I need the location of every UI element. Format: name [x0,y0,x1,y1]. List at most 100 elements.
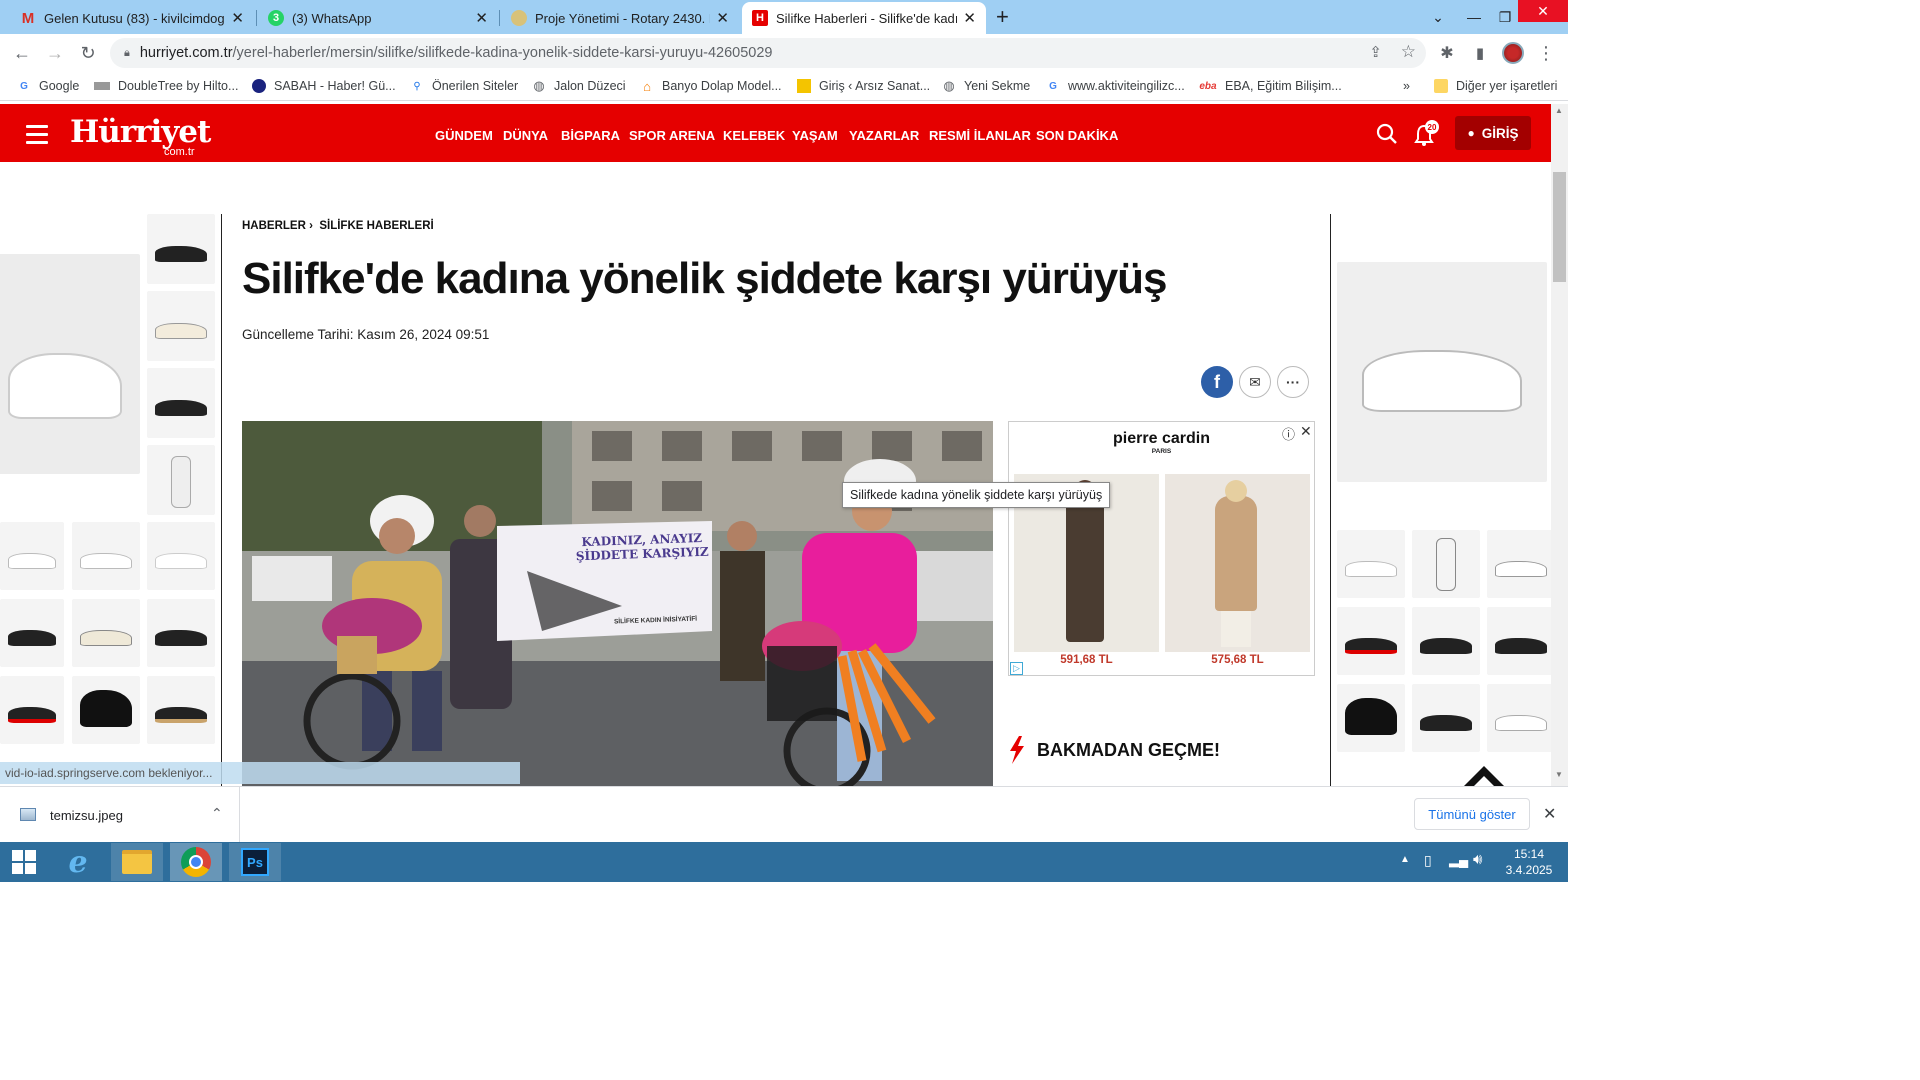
side-panel-icon[interactable]: ▮ [1467,40,1493,66]
chrome-menu-icon[interactable]: ⋮ [1533,40,1559,66]
nav-son-dakika[interactable]: SON DAKİKA [1036,128,1118,143]
scroll-up-icon[interactable]: ▲ [1555,106,1563,115]
bookmark-eba[interactable]: eba EBA, Eğitim Bilişim... [1199,77,1341,95]
close-icon[interactable]: ✕ [963,9,976,27]
ad-product-image[interactable] [0,676,64,744]
bookmark-sabah[interactable]: SABAH - Haber! Gü... [252,77,396,95]
email-share-icon[interactable]: ✉ [1239,366,1271,398]
ad-product-image[interactable] [1487,607,1551,675]
adchoices-icon[interactable]: ▷ [1010,662,1023,675]
ad-product-image[interactable] [1487,530,1551,598]
ad-product-image[interactable] [72,676,140,744]
profile-avatar[interactable] [1500,40,1526,66]
hamburger-menu-icon[interactable] [26,125,48,149]
other-bookmarks[interactable]: Diğer yer işaretleri [1434,77,1557,95]
tab-hurriyet[interactable]: H Silifke Haberleri - Silifke'de kadın ✕ [742,2,986,34]
scroll-thumb[interactable] [1553,172,1566,282]
file-explorer-icon[interactable] [111,843,163,881]
bookmark-aktivite[interactable]: Gwww.aktiviteingilizc... [1046,77,1185,95]
reload-button[interactable]: ↻ [75,40,101,66]
ad-product-image[interactable] [1487,684,1551,752]
bookmark-google[interactable]: G Google [17,77,79,95]
new-tab-button[interactable]: + [996,4,1009,30]
ad-product-image[interactable] [147,599,215,667]
nav-spor-arena[interactable]: SPOR ARENA [629,128,715,143]
site-logo[interactable]: Hürriyet [70,114,211,150]
signal-icon[interactable]: ▂▄ [1449,852,1468,868]
internet-explorer-icon[interactable]: e [52,843,104,881]
ad-model-image[interactable] [147,445,215,515]
battery-icon[interactable]: ▯ [1424,852,1432,869]
show-all-downloads-button[interactable]: Tümünü göster [1414,798,1530,830]
ad-product-image[interactable] [147,522,215,590]
volume-icon[interactable]: 🔊︎ [1473,851,1482,868]
tab-gmail[interactable]: M Gelen Kutusu (83) - kivilcimdogd ✕ [10,2,254,34]
scroll-down-icon[interactable]: ▼ [1555,770,1563,779]
ad-product-image[interactable] [0,522,64,590]
ad-product-image[interactable] [72,599,140,667]
download-item[interactable]: temizsu.jpeg ⌃ [0,787,240,843]
chrome-taskbar-icon[interactable] [170,843,222,881]
ad-product-image[interactable] [1412,684,1480,752]
ad-product-image[interactable] [0,254,140,474]
ad-product-image[interactable] [147,291,215,361]
ad-product-image[interactable] [1337,607,1405,675]
tab-whatsapp[interactable]: 3 (3) WhatsApp ✕ [258,2,498,34]
bookmark-jalon[interactable]: ◍ Jalon Düzeci [532,77,625,95]
photoshop-icon[interactable]: Ps [229,843,281,881]
ad-product-image[interactable] [1337,684,1405,752]
bookmark-star-icon[interactable]: ☆ [1401,42,1416,62]
ad-info-icon[interactable]: ⓘ [1282,424,1295,443]
share-icon[interactable]: ⇪ [1369,43,1382,61]
article-image[interactable]: KADINIZ, ANAYIZ ŞİDDETE KARŞIYIZ SİLİFKE… [242,421,993,786]
window-close-button[interactable]: ✕ [1518,0,1568,22]
ad-product-image[interactable] [0,599,64,667]
taskbar-clock[interactable]: 15:14 3.4.2025 [1503,847,1555,877]
page-scrollbar[interactable]: ▲ ▼ [1551,104,1568,786]
ad-model-image[interactable] [1412,530,1480,598]
breadcrumb-haberler[interactable]: HABERLER [242,220,306,232]
nav-resmi-ilanlar[interactable]: RESMİ İLANLAR [929,128,1031,143]
nav-yazarlar[interactable]: YAZARLAR [849,128,919,143]
breadcrumb-silifke[interactable]: SİLİFKE HABERLERİ [319,220,433,232]
ad-product-image[interactable] [1165,474,1310,652]
close-icon[interactable]: ✕ [231,9,244,27]
nav-yasam[interactable]: YAŞAM [792,128,838,143]
left-side-ad[interactable] [0,214,222,786]
bookmarks-overflow-button[interactable]: » [1403,77,1410,95]
bookmark-onerilen[interactable]: ⚲ Önerilen Siteler [410,77,518,95]
search-icon[interactable] [1376,123,1398,145]
close-downloads-icon[interactable]: ✕ [1543,804,1556,824]
facebook-share-icon[interactable]: f [1201,366,1233,398]
ad-product-image[interactable] [147,676,215,744]
nav-bigpara[interactable]: BİGPARA [561,128,620,143]
ad-product-image[interactable] [147,368,215,438]
close-icon[interactable]: ✕ [716,9,729,27]
ad-product-image[interactable] [147,214,215,284]
nav-gundem[interactable]: GÜNDEM [435,128,493,143]
nav-kelebek[interactable]: KELEBEK [723,128,785,143]
close-icon[interactable]: ✕ [475,9,488,27]
ad-product-image[interactable] [1412,607,1480,675]
bookmark-banyo[interactable]: ⌂ Banyo Dolap Model... [640,77,781,95]
right-side-ad[interactable] [1330,214,1551,786]
chevron-up-icon[interactable]: ⌃ [211,805,223,822]
back-button[interactable]: ← [9,40,35,66]
pierre-cardin-ad[interactable]: pierre cardin PARIS ⓘ ✕ 591,68 TL 575,68… [1008,421,1315,676]
bookmark-doubletree[interactable]: DoubleTree by Hilto... [94,77,238,95]
extensions-icon[interactable]: ✱ [1434,40,1460,66]
more-share-icon[interactable]: ··· [1277,366,1309,398]
bookmark-arsiz[interactable]: Giriş ‹ Arsız Sanat... [797,77,930,95]
nav-dunya[interactable]: DÜNYA [503,128,548,143]
login-button[interactable]: ● GİRİŞ [1455,116,1531,150]
bookmark-yeni-sekme[interactable]: ◍ Yeni Sekme [942,77,1030,95]
tray-overflow-icon[interactable]: ▲ [1400,854,1410,865]
ad-product-image[interactable] [72,522,140,590]
forward-button[interactable]: → [42,40,68,66]
ad-product-image[interactable] [1337,530,1405,598]
ad-product-image[interactable] [1337,262,1547,482]
start-button[interactable] [0,843,48,881]
tab-rotary[interactable]: Proje Yönetimi - Rotary 2430. Böl ✕ [501,2,739,34]
ad-close-icon[interactable]: ✕ [1300,423,1312,440]
address-bar[interactable]: 🔒︎ hurriyet.com.tr/yerel-haberler/mersin… [110,38,1426,68]
